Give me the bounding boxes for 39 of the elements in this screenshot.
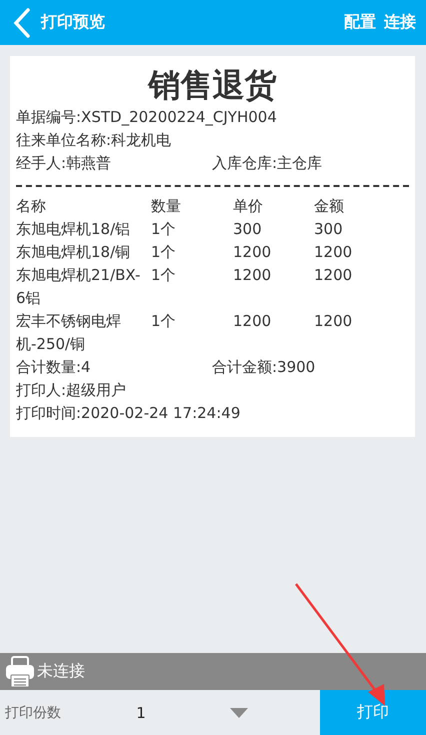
table-cell-text: 1200 (233, 242, 272, 263)
table-cell-text: 1个 (151, 265, 177, 286)
copies-dropdown[interactable]: 1 (136, 704, 320, 722)
info-text: 入库仓库:主仓库 (212, 153, 324, 174)
table-cell-text: 东旭电焊机18/铜 (16, 242, 132, 263)
table-cell-text: 1200 (314, 311, 354, 332)
info-text: 经手人:韩燕普 (16, 153, 112, 174)
info-text: 合计数量:4 (16, 357, 92, 378)
table-cell-text: 1个 (151, 242, 177, 263)
copies-label: 打印份数 (4, 704, 62, 722)
column-header: 数量 (151, 196, 182, 217)
header-action[interactable]: 配置 (342, 12, 378, 33)
table-cell-text: 宏丰不锈钢电焊机-250/铜 (16, 311, 122, 355)
column-header: 名称 (16, 196, 47, 217)
back-icon[interactable] (13, 8, 31, 38)
table-cell-text: 300 (233, 219, 263, 240)
table-cell-text: 1200 (314, 242, 354, 263)
info-text: 单据编号:XSTD_20200224_CJYH004 (16, 107, 278, 128)
table-cell-text: 东旭电焊机21/BX-6铝 (16, 265, 142, 309)
info-text: 往来单位名称:科龙机电 (16, 130, 172, 151)
info-text: 打印时间:2020-02-24 17:24:49 (16, 403, 242, 424)
table-cell-text: 1200 (233, 311, 272, 332)
info-text: 合计金额:3900 (212, 357, 316, 378)
receipt-title: 销售退货 (146, 65, 278, 106)
print-button[interactable]: 打印 (320, 690, 426, 735)
table-cell-text: 1个 (151, 219, 177, 240)
dropdown-caret-icon (230, 708, 248, 718)
table-cell-text: 1200 (314, 265, 354, 286)
table-cell-text: 1个 (151, 311, 177, 332)
table-cell-text: 300 (314, 219, 344, 240)
column-header: 金额 (314, 196, 345, 217)
screen-title: 打印预览 (41, 12, 105, 33)
table-cell-text: 东旭电焊机18/铝 (16, 219, 132, 240)
header-action[interactable]: 连接 (382, 12, 418, 33)
printer-icon (5, 656, 35, 688)
printer-status: 未连接 (37, 661, 85, 682)
table-cell-text: 1200 (233, 265, 272, 286)
column-header: 单价 (233, 196, 264, 217)
info-text: 打印人:超级用户 (16, 380, 128, 401)
